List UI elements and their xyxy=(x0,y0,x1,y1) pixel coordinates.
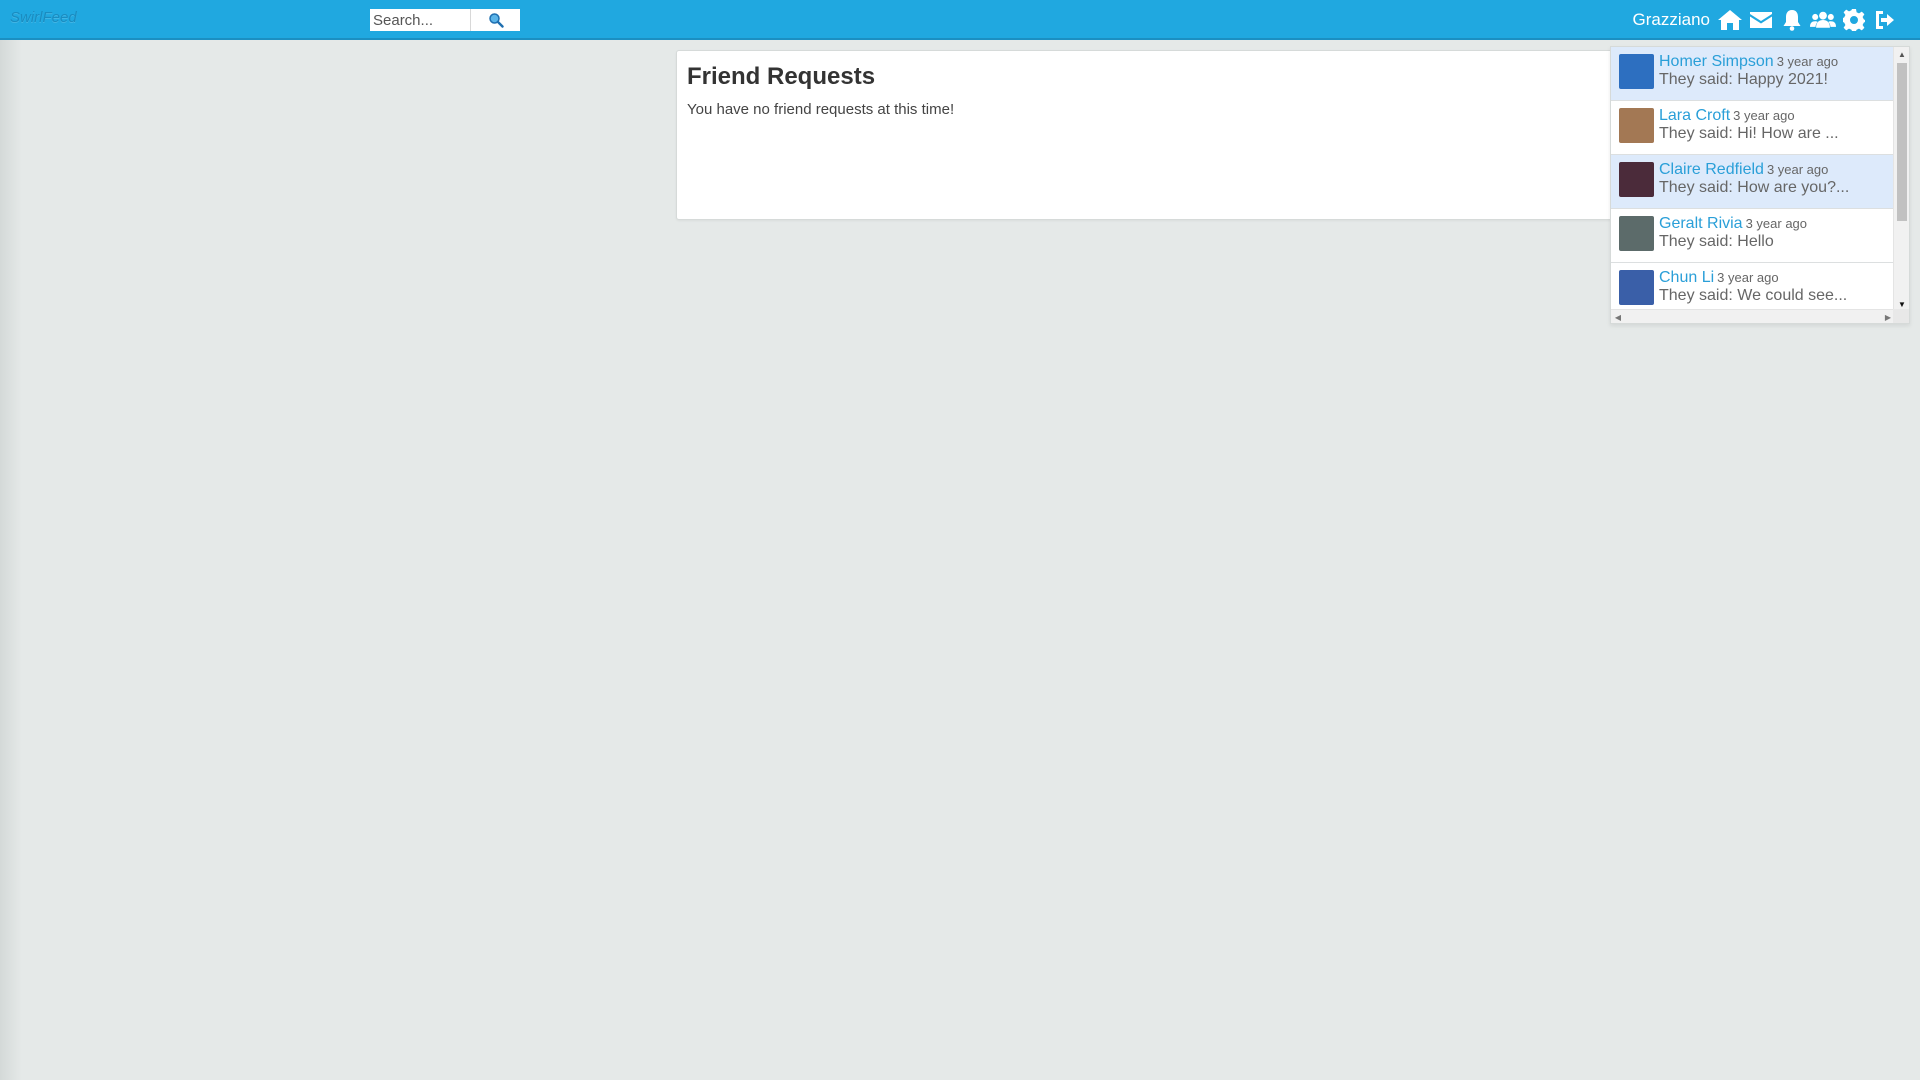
gear-icon[interactable] xyxy=(1841,8,1867,32)
message-text: Lara Croft 3 year ago They said: Hi! How a… xyxy=(1659,107,1839,143)
search-button[interactable] xyxy=(470,9,520,31)
top-bar: SwirlFeed Grazziano xyxy=(0,0,1920,40)
sender-name-link[interactable]: Homer Simpson xyxy=(1659,53,1774,70)
message-preview: They said: Hi! How are ... xyxy=(1659,125,1839,142)
message-timestamp: 3 year ago xyxy=(1766,162,1829,177)
avatar xyxy=(1619,108,1654,143)
message-text: Chun Li 3 year ago They said: We could see… xyxy=(1659,269,1847,305)
message-timestamp: 3 year ago xyxy=(1745,216,1808,231)
avatar xyxy=(1619,216,1654,251)
avatar xyxy=(1619,54,1654,89)
message-item[interactable]: Lara Croft 3 year ago They said: Hi! How a… xyxy=(1611,101,1895,155)
logo[interactable]: SwirlFeed xyxy=(10,9,77,26)
search-form xyxy=(370,9,520,31)
sender-name-link[interactable]: Claire Redfield xyxy=(1659,161,1764,178)
avatar xyxy=(1619,270,1654,305)
page-left-shade xyxy=(0,40,22,1080)
users-icon[interactable] xyxy=(1810,8,1836,32)
sign-out-icon[interactable] xyxy=(1872,8,1898,32)
scroll-left-arrow[interactable]: ◀ xyxy=(1611,310,1625,324)
envelope-icon[interactable] xyxy=(1748,8,1774,32)
scroll-up-arrow[interactable]: ▲ xyxy=(1894,47,1910,61)
home-icon[interactable] xyxy=(1717,8,1743,32)
bell-icon[interactable] xyxy=(1779,8,1805,32)
sender-name-link[interactable]: Geralt Rivia xyxy=(1659,215,1743,232)
search-input[interactable] xyxy=(370,9,470,31)
message-preview: They said: Hello xyxy=(1659,233,1774,250)
message-timestamp: 3 year ago xyxy=(1776,54,1839,69)
messages-dropdown: Homer Simpson 3 year ago They said: Happy … xyxy=(1610,46,1910,324)
message-timestamp: 3 year ago xyxy=(1733,108,1795,123)
page-title: Friend Requests xyxy=(687,63,876,90)
user-name-link[interactable]: Grazziano xyxy=(1633,10,1710,30)
avatar xyxy=(1619,162,1654,197)
message-preview: They said: We could see... xyxy=(1659,287,1848,304)
message-preview: They said: How are you?... xyxy=(1659,179,1850,196)
user-nav: Grazziano xyxy=(1633,6,1898,34)
scrollbar-corner xyxy=(1893,309,1909,323)
empty-requests-message: You have no friend requests at this time… xyxy=(687,101,955,118)
message-preview: They said: Happy 2021! xyxy=(1659,71,1828,88)
message-item[interactable]: Geralt Rivia 3 year ago They said: Hello xyxy=(1611,209,1895,263)
magnifier-icon xyxy=(488,13,504,28)
vertical-scrollbar[interactable]: ▲ ▼ xyxy=(1893,47,1909,311)
sender-name-link[interactable]: Chun Li xyxy=(1659,269,1714,286)
horizontal-scrollbar[interactable]: ◀ ▶ xyxy=(1611,309,1895,323)
message-timestamp: 3 year ago xyxy=(1717,270,1779,285)
message-list[interactable]: Homer Simpson 3 year ago They said: Happy … xyxy=(1611,47,1895,311)
message-text: Homer Simpson 3 year ago They said: Happy … xyxy=(1659,53,1838,89)
message-text: Geralt Rivia 3 year ago They said: Hello xyxy=(1659,215,1807,251)
message-item[interactable]: Chun Li 3 year ago They said: We could see… xyxy=(1611,263,1895,311)
scrollbar-thumb[interactable] xyxy=(1897,63,1907,221)
message-item[interactable]: Homer Simpson 3 year ago They said: Happy … xyxy=(1611,47,1895,101)
message-item[interactable]: Claire Redfield 3 year ago They said: How … xyxy=(1611,155,1895,209)
sender-name-link[interactable]: Lara Croft xyxy=(1659,107,1730,124)
message-text: Claire Redfield 3 year ago They said: How … xyxy=(1659,161,1849,197)
friend-requests-panel: Friend Requests You have no friend reque… xyxy=(676,50,1616,220)
